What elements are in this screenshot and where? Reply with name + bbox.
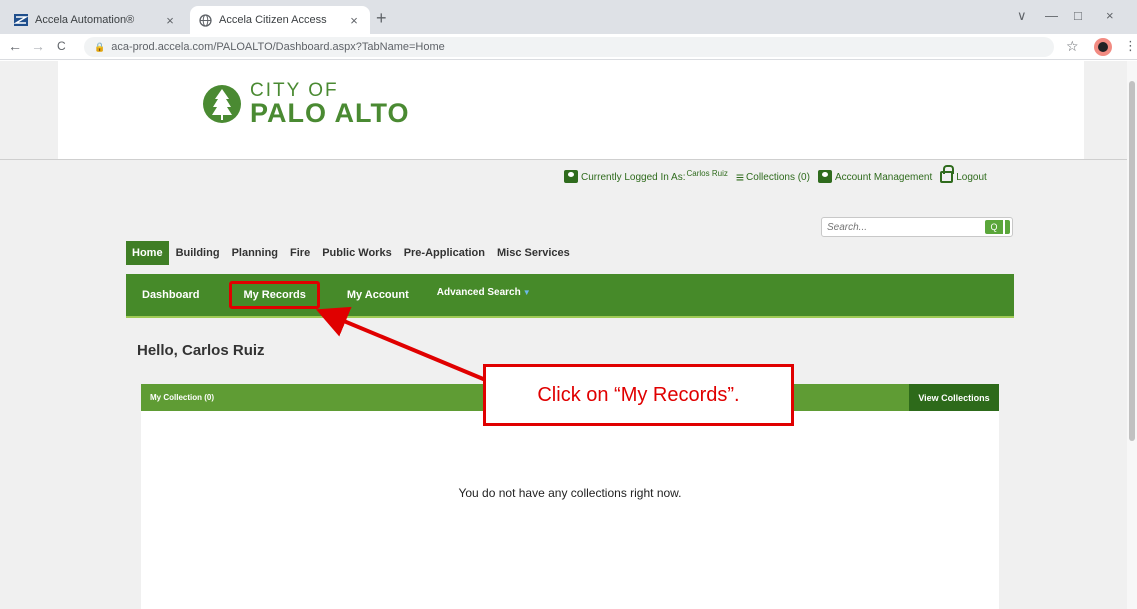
caret-down-icon: ▼	[522, 287, 531, 297]
scrollbar-thumb[interactable]	[1129, 81, 1135, 441]
restore-button[interactable]: □	[1074, 8, 1082, 23]
minimize-button[interactable]: —	[1045, 8, 1058, 23]
global-search: Q	[821, 217, 1013, 237]
page-scrollbar[interactable]	[1127, 61, 1137, 609]
header-divider	[0, 159, 1137, 160]
tree-logo-icon	[203, 85, 241, 123]
search-input[interactable]	[822, 218, 972, 236]
city-logo[interactable]: CITY OF PALO ALTO	[202, 81, 410, 127]
browser-tab-accela-automation[interactable]: Accela Automation® ×	[6, 6, 186, 34]
main-navigation: Home Building Planning Fire Public Works…	[126, 241, 577, 265]
tab-search-dropdown-icon[interactable]: ∨	[1017, 8, 1027, 24]
padlock-icon	[940, 165, 955, 183]
url-text: aca-prod.accela.com/PALOALTO/Dashboard.a…	[111, 41, 445, 53]
logged-in-user-name: Carlos Ruiz	[686, 169, 728, 178]
search-button[interactable]: Q	[985, 220, 1003, 234]
browser-menu-icon[interactable]: ⋮	[1124, 38, 1137, 54]
list-icon: ≡	[735, 169, 745, 185]
collection-panel-title: My Collection (0)	[150, 393, 215, 402]
tab-home[interactable]: Home	[126, 241, 169, 265]
tab-title: Accela Automation®	[35, 14, 135, 26]
profile-avatar[interactable]	[1094, 38, 1112, 56]
lock-icon: 🔒	[94, 41, 106, 52]
back-button[interactable]: ←	[8, 38, 22, 54]
logout-label: Logout	[956, 172, 987, 183]
user-toolbar: Currently Logged In As: Carlos Ruiz ≡ Co…	[564, 165, 995, 185]
forward-button[interactable]: →	[31, 38, 45, 54]
browser-tab-citizen-access[interactable]: Accela Citizen Access ×	[190, 6, 370, 34]
search-options-dropdown[interactable]	[1004, 220, 1010, 234]
advanced-search-label: Advanced Search	[436, 286, 521, 298]
collections-link[interactable]: ≡ Collections (0)	[735, 169, 810, 185]
bookmark-star-icon[interactable]: ☆	[1066, 38, 1079, 55]
tab-pre-application[interactable]: Pre-Application	[399, 241, 490, 265]
logged-in-label: Currently Logged In As:	[581, 172, 686, 183]
view-collections-button[interactable]: View Collections	[909, 384, 999, 411]
reload-button[interactable]: C	[57, 38, 66, 54]
url-field[interactable]: 🔒 aca-prod.accela.com/PALOALTO/Dashboard…	[84, 37, 1054, 57]
logged-in-indicator: Currently Logged In As: Carlos Ruiz	[564, 169, 728, 183]
site-header: CITY OF PALO ALTO	[58, 61, 1084, 159]
page-content: CITY OF PALO ALTO Currently Logged In As…	[0, 61, 1137, 609]
tab-title: Accela Citizen Access	[219, 14, 327, 26]
browser-tab-bar: Accela Automation® × Accela Citizen Acce…	[0, 0, 1137, 34]
empty-collections-message: You do not have any collections right no…	[458, 486, 682, 500]
new-tab-button[interactable]: +	[376, 9, 387, 27]
tab-close-icon[interactable]: ×	[162, 13, 178, 28]
tab-close-icon[interactable]: ×	[346, 13, 362, 28]
tab-fire[interactable]: Fire	[285, 241, 315, 265]
tab-building[interactable]: Building	[171, 241, 225, 265]
sub-navigation: Dashboard My Records My Account Advanced…	[126, 274, 1014, 318]
browser-address-bar: ← → C 🔒 aca-prod.accela.com/PALOALTO/Das…	[0, 34, 1137, 60]
tab-public-works[interactable]: Public Works	[317, 241, 396, 265]
subnav-my-account[interactable]: My Account	[347, 289, 409, 301]
tab-planning[interactable]: Planning	[227, 241, 283, 265]
user-card-icon	[564, 170, 578, 183]
subnav-dashboard[interactable]: Dashboard	[142, 289, 199, 301]
subnav-my-records[interactable]: My Records	[229, 281, 320, 309]
logout-link[interactable]: Logout	[940, 165, 987, 183]
accela-favicon-icon	[14, 13, 28, 27]
greeting-heading: Hello, Carlos Ruiz	[137, 342, 265, 359]
logo-palo-alto: PALO ALTO	[250, 98, 410, 128]
collections-label: Collections (0)	[746, 172, 810, 183]
subnav-advanced-search[interactable]: Advanced Search ▼	[437, 287, 531, 298]
account-management-link[interactable]: Account Management	[817, 170, 933, 183]
account-management-label: Account Management	[834, 172, 933, 183]
account-card-icon	[817, 170, 832, 183]
window-close-button[interactable]: ×	[1106, 8, 1114, 23]
tab-misc-services[interactable]: Misc Services	[492, 241, 575, 265]
instruction-callout: Click on “My Records”.	[483, 364, 794, 426]
globe-icon	[198, 13, 212, 27]
